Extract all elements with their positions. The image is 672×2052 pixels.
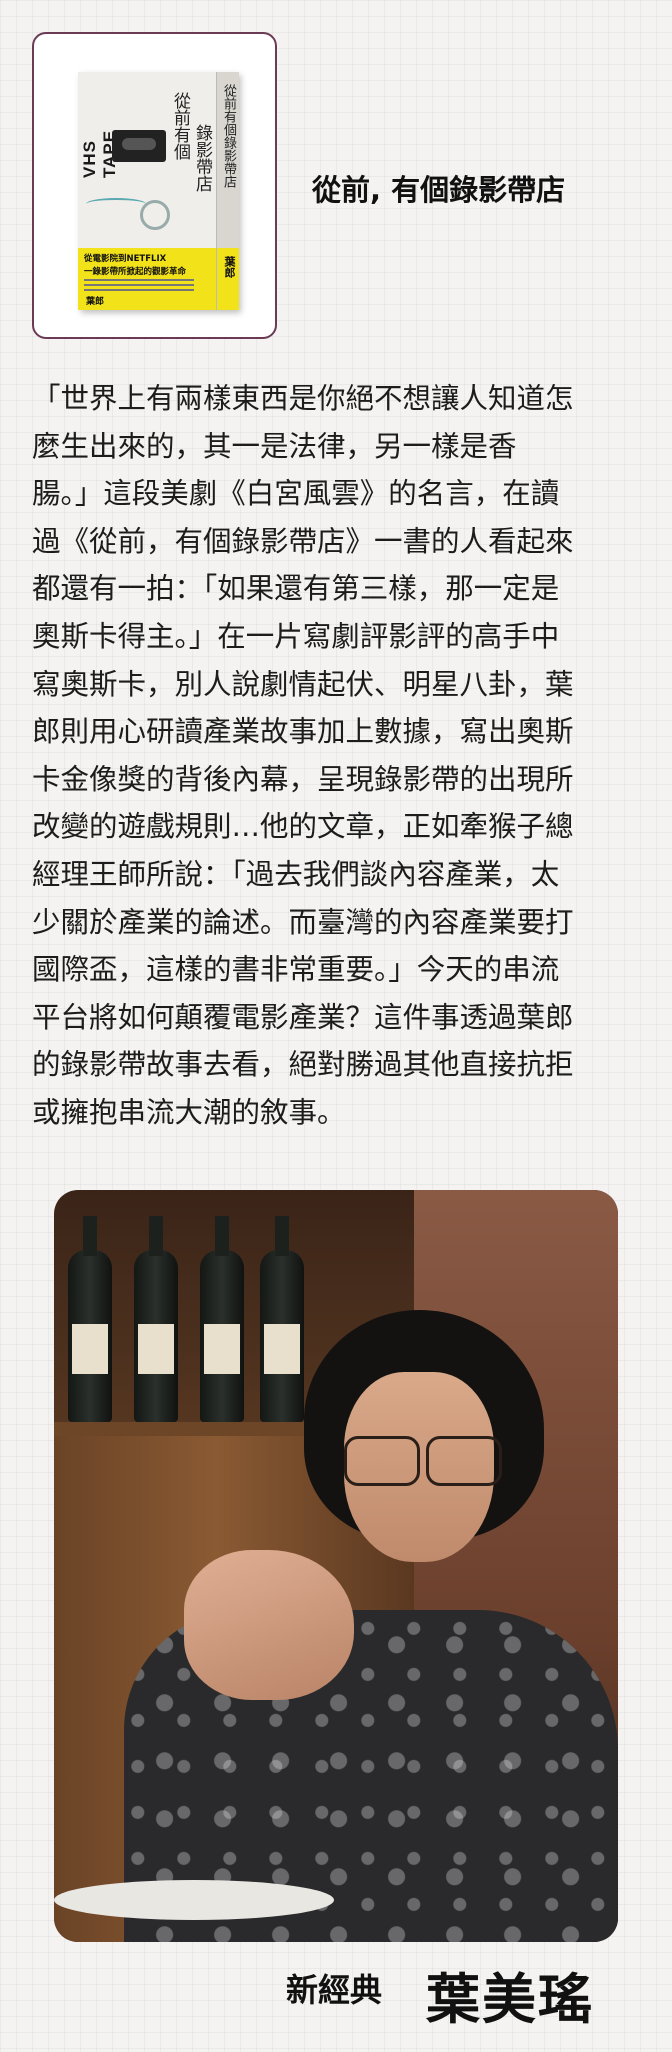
portrait-photo (54, 1190, 618, 1942)
vhs-tape-icon (112, 130, 166, 162)
article-line: 經理王師所說：「過去我們談內容產業，太 (32, 857, 560, 891)
article-line: 郎則用心研讀產業故事加上數據，寫出奧斯 (32, 715, 574, 749)
article-line: 過《從前，有個錄影帶店》一書的人看起來 (32, 524, 574, 558)
clasped-hands (184, 1550, 354, 1700)
person-name: 葉美瑤 (426, 1967, 594, 2031)
article-line: 奧斯卡得主。」在一片寫劇評影評的高手中 (32, 619, 560, 653)
cover-tagline-2: 一錄影帶所掀起的觀影革命 (84, 267, 187, 277)
wine-bottle (134, 1216, 178, 1422)
article-line: 的錄影帶故事去看，絕對勝過其他直接抗拒 (32, 1048, 574, 1082)
spine-title: 從前有個錄影帶店 (221, 84, 236, 188)
cover-fine-print (84, 279, 194, 281)
glasses (334, 1436, 504, 1486)
cover-author: 葉郎 (86, 297, 105, 307)
book-cover-card: VHS TAPE 從前有個 錄影帶店 從電影院到NETFLIX 一錄影帶所掀起的… (32, 32, 277, 339)
tape-ribbon-icon (86, 198, 146, 210)
wine-bottle (200, 1216, 244, 1422)
article-line: 平台將如何顛覆電影產業？這件事透過葉郎 (32, 1000, 574, 1034)
book-cover-image: VHS TAPE 從前有個 錄影帶店 從電影院到NETFLIX 一錄影帶所掀起的… (78, 72, 239, 310)
article-line: 改變的遊戲規則…他的文章，正如牽猴子總 (32, 810, 574, 844)
wine-bottle (68, 1216, 112, 1422)
article-line: 麼生出來的，其一是法律，另一樣是香 (32, 429, 517, 463)
book-title: 從前, 有個錄影帶店 (312, 173, 566, 207)
article-line: 「世界上有兩樣東西是你絕不想讓人知道怎 (32, 382, 574, 415)
book-spine: 從前有個錄影帶店 葉郎 (216, 72, 239, 310)
wine-bottle (260, 1216, 304, 1422)
article-line: 卡金像獎的背後內幕，呈現錄影帶的出現所 (32, 762, 574, 796)
tape-reel-icon (140, 200, 170, 230)
article-line: 腸。」這段美劇《白宮風雲》的名言，在讀 (32, 477, 560, 511)
dinner-plate (54, 1880, 334, 1920)
article-line: 都還有一拍：「如果還有第三樣，那一定是 (32, 572, 560, 606)
cover-title-part2: 錄影帶店 (192, 124, 212, 192)
book-front-cover: VHS TAPE 從前有個 錄影帶店 從電影院到NETFLIX 一錄影帶所掀起的… (78, 72, 216, 310)
article-line: 少關於產業的論述。而臺灣的內容產業要打 (32, 905, 574, 939)
article-line: 國際盃，這樣的書非常重要。」今天的串流 (32, 953, 560, 987)
article-body: 「世界上有兩樣東西是你絕不想讓人知道怎 麼生出來的，其一是法律，另一樣是香 腸。… (32, 375, 644, 1137)
cover-tagline-1: 從電影院到NETFLIX (84, 254, 167, 264)
article-line: 或擁抱串流大潮的敘事。 (32, 1095, 346, 1129)
spine-author: 葉郎 (223, 256, 236, 278)
article-line: 寫奧斯卡，別人說劇情起伏、明星八卦，葉 (32, 667, 574, 701)
publisher-name: 新經典 (286, 1971, 383, 2009)
